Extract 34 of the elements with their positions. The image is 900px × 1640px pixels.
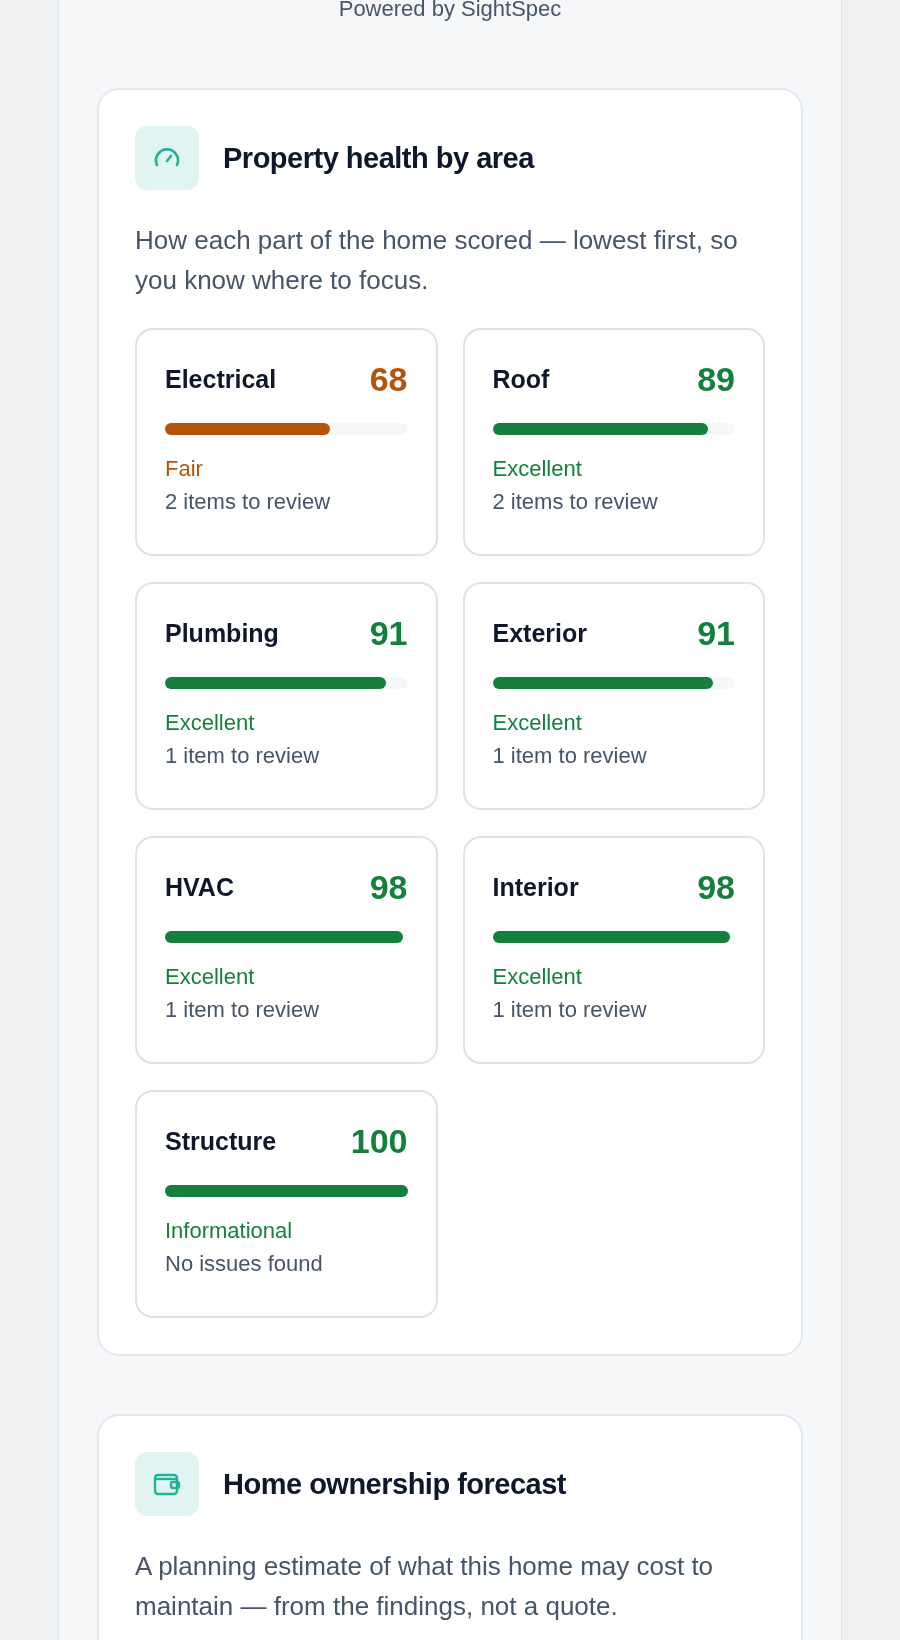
area-name: Structure	[165, 1127, 277, 1156]
area-name: Plumbing	[165, 619, 279, 648]
wallet-icon	[153, 1471, 181, 1497]
card-title: Home ownership forecast	[223, 1467, 567, 1501]
area-score: 91	[697, 614, 735, 653]
area-score: 89	[697, 360, 735, 399]
area-name: HVAC	[165, 873, 234, 902]
area-name: Interior	[492, 873, 579, 902]
area-score: 91	[369, 614, 408, 653]
card-description: How each part of the home scored — lowest first, so you know where to focus.	[135, 224, 739, 297]
area-rating: Excellent	[492, 455, 583, 483]
review-count: 2 items to review	[492, 488, 659, 516]
card-title: Property health by area	[223, 141, 534, 175]
card-description: A planning estimate of what this home may cost to maintain — from the findings, not a quote.	[135, 1550, 715, 1623]
review-count: 1 item to review	[165, 996, 321, 1024]
area-rating: Excellent	[492, 709, 583, 737]
area-score: 100	[350, 1122, 408, 1161]
review-count: 1 item to review	[492, 996, 648, 1024]
area-name: Roof	[492, 365, 550, 394]
area-rating: Excellent	[492, 963, 583, 991]
review-count: 2 items to review	[165, 488, 332, 516]
area-score: 98	[369, 868, 408, 907]
area-rating: Fair	[165, 455, 204, 483]
area-name: Exterior	[492, 619, 587, 648]
area-rating: Excellent	[165, 709, 256, 737]
review-count: 1 item to review	[165, 742, 321, 770]
area-score: 68	[369, 360, 408, 399]
area-rating: Informational	[165, 1217, 294, 1245]
review-count: 1 item to review	[492, 742, 648, 770]
powered-by-text: Powered by SightSpec	[338, 0, 562, 20]
area-score: 98	[697, 868, 735, 907]
area-name: Electrical	[165, 365, 277, 394]
area-rating: Excellent	[165, 963, 256, 991]
review-count: No issues found	[165, 1250, 324, 1278]
